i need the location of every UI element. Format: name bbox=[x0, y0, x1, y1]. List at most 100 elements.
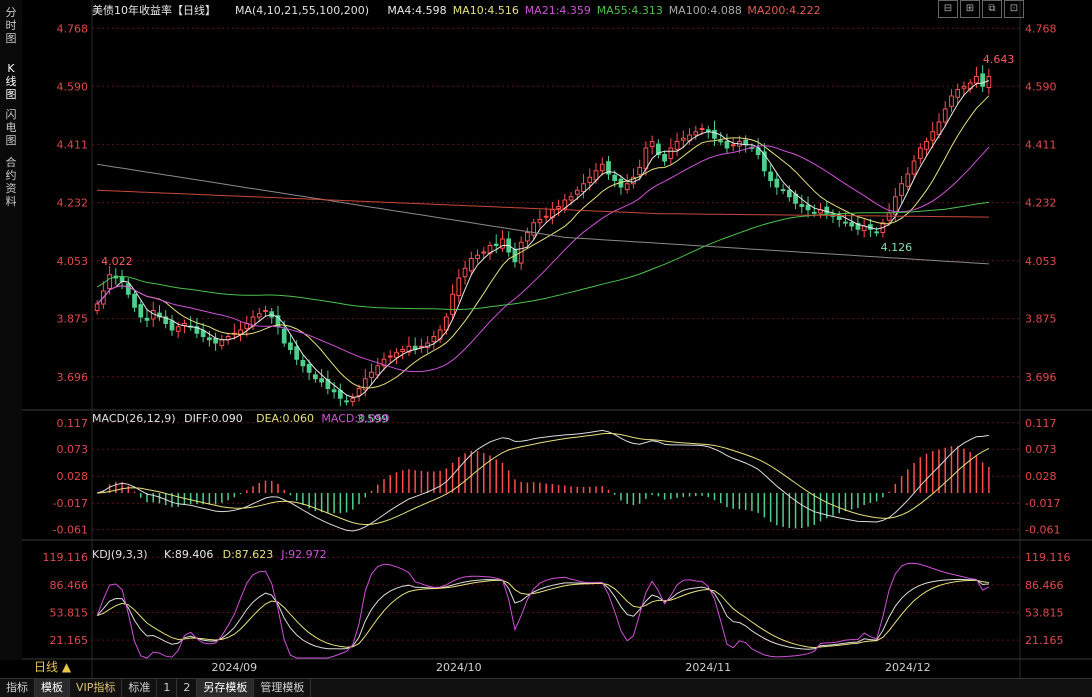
toolbar-item-6[interactable]: 另存模板 bbox=[197, 679, 255, 697]
macd-header-item-3: MACD:0.059 bbox=[321, 412, 389, 425]
candle-body-136 bbox=[942, 108, 948, 123]
candle-body-60 bbox=[468, 258, 474, 272]
kdj-tick-left-0: 119.116 bbox=[43, 551, 89, 564]
period-label: 日线 ▲ bbox=[34, 660, 72, 674]
candle-body-34 bbox=[306, 363, 312, 373]
candle-body-89 bbox=[649, 141, 655, 148]
annotation-0: 4.022 bbox=[101, 255, 133, 268]
candle-body-38 bbox=[331, 389, 337, 393]
candle-body-109 bbox=[774, 178, 780, 188]
candle-body-45 bbox=[375, 365, 381, 376]
window-button-3[interactable]: ⊡ bbox=[1004, 0, 1024, 18]
tab-1[interactable]: K线图 bbox=[3, 62, 19, 101]
price-tick-left-1: 4.590 bbox=[57, 80, 89, 93]
candle-body-74 bbox=[556, 206, 561, 209]
candle-body-47 bbox=[387, 355, 393, 358]
candle-body-36 bbox=[319, 378, 324, 383]
candle-body-12 bbox=[169, 320, 175, 331]
candle-body-4 bbox=[119, 276, 125, 282]
tab-3[interactable]: 合约资料 bbox=[3, 156, 19, 208]
kdj-tick-left-2: 53.815 bbox=[50, 606, 89, 619]
candle-body-134 bbox=[930, 131, 936, 141]
window-button-0[interactable]: ⊟ bbox=[938, 0, 958, 18]
candle-body-8 bbox=[144, 317, 150, 321]
candle-body-35 bbox=[313, 374, 318, 380]
candle-body-59 bbox=[462, 267, 468, 278]
candle-body-62 bbox=[481, 251, 487, 254]
candle-body-31 bbox=[288, 342, 293, 350]
price-header-item-4: MA21:4.359 bbox=[525, 4, 591, 17]
price-tick-left-6: 3.696 bbox=[57, 371, 89, 384]
candle-body-132 bbox=[917, 147, 923, 159]
chart-area: 4.768 4.768 4.590 4.590 4.411 4.411 4.232 4.232… bbox=[22, 0, 1092, 678]
candle-body-71 bbox=[537, 219, 543, 224]
annotation-2: 4.126 bbox=[881, 241, 913, 254]
price-header-item-6: MA100:4.088 bbox=[669, 4, 742, 17]
window-button-1[interactable]: ⊞ bbox=[960, 0, 980, 18]
toolbar-item-7[interactable]: 管理模板 bbox=[254, 679, 312, 697]
candle-body-120 bbox=[843, 221, 848, 224]
candle-body-83 bbox=[612, 174, 618, 182]
window-button-2[interactable]: ⧉ bbox=[982, 0, 1002, 18]
candle-body-77 bbox=[574, 189, 580, 195]
candle-body-5 bbox=[125, 283, 131, 295]
candle-body-30 bbox=[281, 328, 287, 344]
candle-body-33 bbox=[300, 360, 306, 367]
candle-body-54 bbox=[431, 336, 437, 343]
candle-body-141 bbox=[974, 76, 979, 84]
candle-body-97 bbox=[699, 128, 705, 130]
candle-body-100 bbox=[718, 140, 724, 143]
candle-body-87 bbox=[637, 167, 643, 176]
toolbar-item-3[interactable]: 标准 bbox=[122, 679, 158, 697]
price-header-item-5: MA55:4.313 bbox=[597, 4, 663, 17]
macd-tick-left-0: 0.117 bbox=[57, 417, 89, 430]
macd-tick-right-1: 0.073 bbox=[1025, 443, 1057, 456]
candle-body-111 bbox=[786, 189, 792, 198]
candle-body-91 bbox=[662, 154, 667, 162]
candle-body-133 bbox=[924, 141, 929, 150]
candle-body-121 bbox=[849, 222, 855, 227]
price-tick-right-0: 4.768 bbox=[1025, 22, 1057, 35]
candle-body-69 bbox=[525, 232, 530, 242]
left-tab-bar: 分时图 K线图闪电图合约资料 bbox=[0, 0, 23, 660]
annotation-3: 4.643 bbox=[983, 53, 1015, 66]
tab-2[interactable]: 闪电图 bbox=[3, 108, 19, 147]
candle-body-96 bbox=[693, 131, 699, 136]
candle-body-99 bbox=[712, 129, 717, 139]
candle-body-108 bbox=[768, 171, 773, 182]
kdj-header-item-3: J:92.972 bbox=[280, 548, 326, 561]
macd-tick-left-4: -0.061 bbox=[53, 524, 88, 537]
candle-body-0 bbox=[94, 303, 100, 311]
toolbar-item-1[interactable]: 模板 bbox=[35, 679, 70, 697]
candle-body-76 bbox=[568, 196, 574, 201]
candle-body-57 bbox=[450, 293, 455, 315]
bottom-toolbar: 指标 模板 VIP指标 标准 1 2 另存模板 管理模板 bbox=[0, 678, 1092, 697]
candle-body-49 bbox=[400, 349, 406, 352]
kdj-header-item-0: KDJ(9,3,3) bbox=[92, 548, 148, 561]
candle-body-131 bbox=[911, 160, 917, 175]
kdj-tick-right-3: 21.165 bbox=[1025, 634, 1064, 647]
candle-body-138 bbox=[955, 89, 961, 98]
candle-body-142 bbox=[980, 73, 986, 87]
date-tick-0: 2024/09 bbox=[211, 661, 257, 674]
toolbar-item-4[interactable]: 1 bbox=[157, 679, 178, 697]
candle-body-13 bbox=[175, 326, 181, 332]
window-buttons: ⊟ ⊞ ⧉ ⊡ bbox=[938, 0, 1024, 18]
price-tick-left-5: 3.875 bbox=[57, 313, 89, 326]
candle-body-27 bbox=[263, 310, 268, 312]
price-header-item-3: MA10:4.516 bbox=[453, 4, 519, 17]
price-tick-right-4: 4.053 bbox=[1025, 255, 1057, 268]
price-tick-right-2: 4.411 bbox=[1025, 138, 1057, 151]
tab-0[interactable]: 分时图 bbox=[3, 6, 19, 45]
toolbar-item-2[interactable]: VIP指标 bbox=[70, 679, 123, 697]
toolbar-item-0[interactable]: 指标 bbox=[0, 679, 35, 697]
kdj-tick-right-0: 119.116 bbox=[1025, 551, 1071, 564]
candle-body-17 bbox=[200, 330, 206, 337]
candle-body-26 bbox=[256, 313, 262, 318]
price-tick-right-3: 4.232 bbox=[1025, 197, 1057, 210]
candle-body-42 bbox=[356, 388, 362, 397]
toolbar-item-5[interactable]: 2 bbox=[177, 679, 198, 697]
candle-body-7 bbox=[138, 304, 144, 318]
price-tick-left-4: 4.053 bbox=[57, 255, 89, 268]
candle-body-139 bbox=[961, 85, 967, 89]
